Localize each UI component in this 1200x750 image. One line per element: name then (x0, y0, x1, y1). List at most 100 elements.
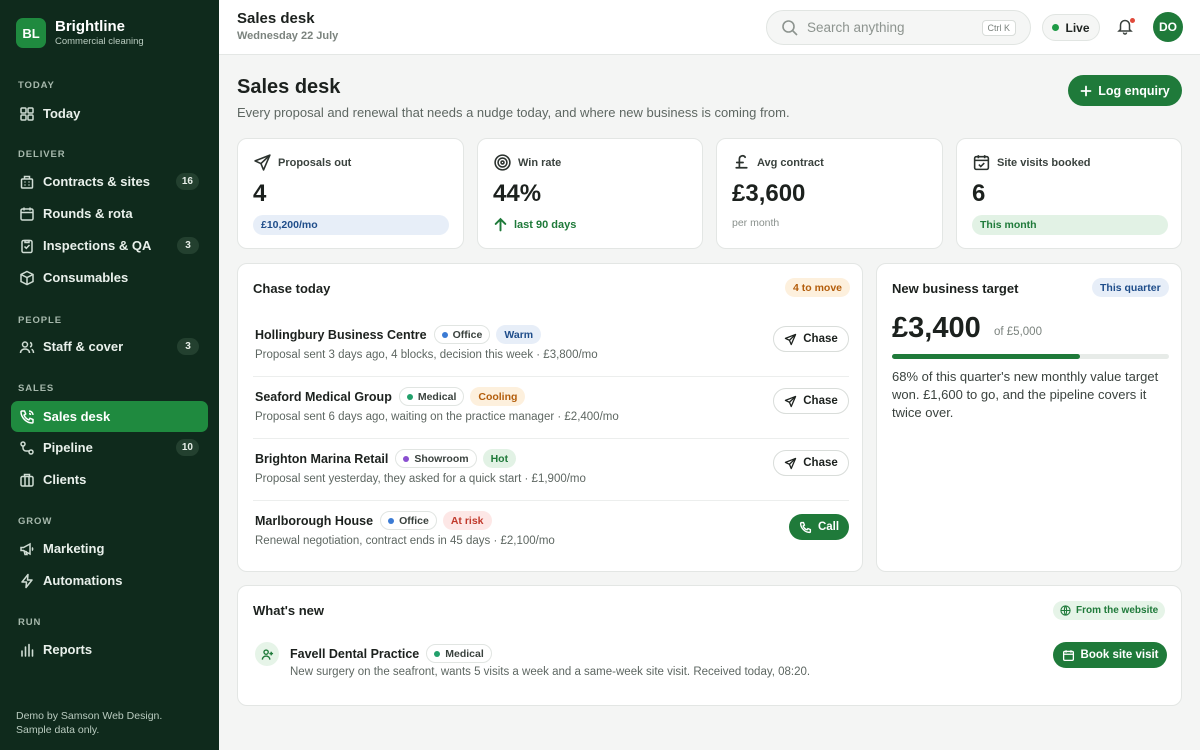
log-enquiry-button[interactable]: Log enquiry (1068, 75, 1182, 106)
page-title: Sales desk (237, 76, 341, 98)
news-description: New surgery on the seafront, wants 5 vis… (290, 666, 811, 678)
new-business-target-card: New business target This quarter £3,400 … (876, 263, 1182, 572)
type-chip: Office (433, 325, 491, 344)
sidebar: BL Brightline Commercial cleaning TODAY … (0, 0, 219, 750)
sidebar-item-label: Pipeline (43, 440, 93, 455)
to-move-badge: 4 to move (785, 278, 851, 297)
lead-description: Proposal sent 6 days ago, waiting on the… (255, 411, 619, 423)
search-input[interactable] (807, 20, 977, 35)
book-site-visit-button[interactable]: Book site visit (1053, 642, 1167, 668)
stat-label: Proposals out (278, 156, 352, 169)
section-grow: GROW (18, 516, 53, 527)
list-item[interactable]: Seaford Medical Group Medical Cooling Pr… (253, 377, 849, 439)
sidebar-item-contracts[interactable]: Contracts & sites 16 (11, 166, 208, 197)
chase-button[interactable]: Chase (773, 450, 849, 476)
section-deliver: DELIVER (18, 149, 66, 160)
plus-icon (1080, 85, 1098, 97)
call-button[interactable]: Call (789, 514, 849, 540)
book-site-visit-label: Book site visit (1080, 649, 1159, 661)
grid-icon (19, 106, 35, 122)
chase-label: Chase (803, 333, 838, 345)
temperature-badge: Cooling (470, 387, 526, 406)
stat-pill: £10,200/mo (253, 215, 449, 235)
avatar[interactable]: DO (1153, 12, 1183, 42)
type-label: Medical (417, 390, 457, 403)
type-dot (441, 331, 448, 338)
sidebar-item-label: Sales desk (43, 409, 111, 424)
sidebar-item-reports[interactable]: Reports (11, 634, 208, 665)
sidebar-item-label: Clients (43, 472, 87, 487)
sidebar-item-sales-desk[interactable]: Sales desk (11, 401, 208, 432)
call-label: Call (817, 521, 840, 533)
list-item[interactable]: Marlborough House Office At risk Renewal… (253, 501, 849, 563)
send-icon (253, 153, 278, 172)
sidebar-item-label: Contracts & sites (43, 174, 150, 189)
footer-line: Demo by Samson Web Design. (16, 710, 163, 722)
bar-chart-icon (19, 642, 35, 658)
temperature-badge: Warm (496, 325, 542, 344)
clipboard-icon (19, 238, 35, 254)
sidebar-item-label: Automations (43, 573, 123, 588)
sidebar-item-staff[interactable]: Staff & cover 3 (11, 331, 208, 362)
box-icon (19, 270, 35, 286)
footer-line: Sample data only. (16, 724, 100, 736)
workflow-icon (19, 440, 35, 456)
sidebar-item-automations[interactable]: Automations (11, 565, 208, 596)
sidebar-item-pipeline[interactable]: Pipeline 10 (11, 432, 208, 463)
brand-name: Brightline (55, 18, 125, 35)
stat-value: £3,600 (732, 180, 806, 207)
live-status[interactable]: Live (1042, 14, 1100, 41)
users-icon (19, 339, 35, 355)
temperature-badge: At risk (442, 511, 492, 530)
live-dot (1052, 24, 1060, 31)
lead-name: Hollingbury Business Centre (255, 327, 427, 342)
list-item[interactable]: Brighton Marina Retail Showroom Hot Prop… (253, 439, 849, 501)
target-progress-bar (892, 354, 1169, 359)
count-badge: 3 (177, 237, 199, 254)
search-bar[interactable]: Ctrl K (766, 10, 1031, 45)
calendar-icon (19, 206, 35, 222)
target-progress-fill (892, 354, 1081, 359)
type-label: Medical (445, 647, 484, 660)
search-icon (781, 19, 799, 37)
stat-value: 6 (972, 180, 986, 207)
target-value: £3,400 (892, 312, 981, 344)
lead-description: Renewal negotiation, contract ends in 45… (255, 535, 555, 547)
stat-pill: This month (972, 215, 1168, 235)
stat-card-win-rate: Win rate 44% last 90 days (477, 138, 703, 249)
chase-button[interactable]: Chase (773, 388, 849, 414)
user-plus-icon (255, 642, 279, 666)
sidebar-item-marketing[interactable]: Marketing (11, 533, 208, 564)
notification-dot (1130, 18, 1135, 23)
sidebar-item-clients[interactable]: Clients (11, 464, 208, 495)
chase-button[interactable]: Chase (773, 326, 849, 352)
sidebar-item-label: Today (43, 106, 81, 121)
stat-value: 4 (253, 180, 267, 207)
stat-card-proposals: Proposals out 4 £10,200/mo (237, 138, 464, 249)
sidebar-item-consumables[interactable]: Consumables (11, 262, 208, 293)
target-description: 68% of this quarter's new monthly value … (892, 369, 1159, 420)
lead-description: Proposal sent yesterday, they asked for … (255, 473, 586, 485)
phone-icon (799, 521, 818, 534)
arrow-up-icon (493, 217, 514, 232)
send-icon (784, 333, 803, 346)
target-of: of £5,000 (994, 326, 1042, 338)
news-item[interactable]: Favell Dental Practice Medical (290, 644, 492, 663)
count-badge: 3 (177, 338, 199, 355)
card-title: What's new (253, 603, 324, 618)
sidebar-item-label: Consumables (43, 270, 129, 285)
brand[interactable]: BL Brightline Commercial cleaning (16, 18, 144, 48)
notifications-button[interactable] (1116, 17, 1135, 35)
sidebar-item-inspections[interactable]: Inspections & QA 3 (11, 230, 208, 261)
card-title: Chase today (253, 281, 331, 296)
sidebar-item-today[interactable]: Today (11, 98, 208, 129)
sidebar-item-rounds[interactable]: Rounds & rota (11, 198, 208, 229)
card-title: New business target (892, 281, 1019, 296)
topbar-date: Wednesday 22 July (237, 30, 339, 42)
send-icon (784, 457, 803, 470)
stat-note: per month (732, 217, 780, 229)
briefcase-icon (19, 472, 35, 488)
list-item[interactable]: Hollingbury Business Centre Office Warm … (253, 315, 849, 377)
send-icon (784, 395, 803, 408)
section-today: TODAY (18, 80, 55, 91)
